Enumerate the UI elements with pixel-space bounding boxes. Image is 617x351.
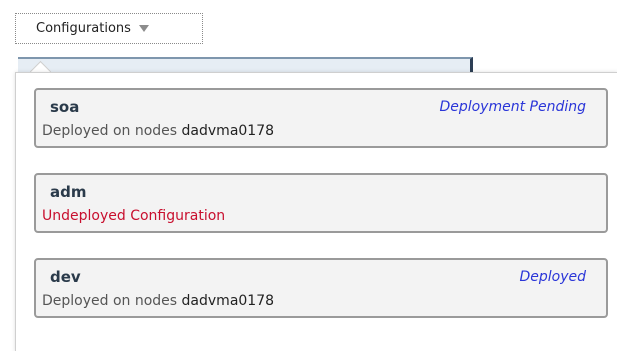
configurations-dropdown-label: Configurations <box>36 21 131 36</box>
config-name: soa <box>50 98 80 116</box>
config-detail-prefix: Deployed on nodes <box>42 293 178 309</box>
config-card-dev[interactable]: dev Deployed Deployed on nodes dadvma017… <box>34 258 608 318</box>
config-detail: Deployed on nodes dadvma0178 <box>42 123 274 139</box>
config-status: Deployed <box>519 269 586 285</box>
config-name: dev <box>50 268 81 286</box>
configurations-popup: soa Deployment Pending Deployed on nodes… <box>15 72 617 351</box>
config-name: adm <box>50 183 87 201</box>
config-detail: Deployed on nodes dadvma0178 <box>42 293 274 309</box>
config-node: dadvma0178 <box>181 123 275 139</box>
background-panel <box>18 57 473 73</box>
stage: Configurations soa Deployment Pending De… <box>0 0 617 351</box>
configurations-dropdown[interactable]: Configurations <box>15 13 203 44</box>
config-detail-prefix: Deployed on nodes <box>42 123 178 139</box>
popup-pointer <box>29 54 53 74</box>
config-card-soa[interactable]: soa Deployment Pending Deployed on nodes… <box>34 88 608 148</box>
config-status: Deployment Pending <box>439 99 586 115</box>
config-detail: Undeployed Configuration <box>42 208 226 224</box>
config-card-adm[interactable]: adm Undeployed Configuration <box>34 173 608 233</box>
config-node: dadvma0178 <box>181 293 275 309</box>
caret-down-icon <box>138 25 149 32</box>
